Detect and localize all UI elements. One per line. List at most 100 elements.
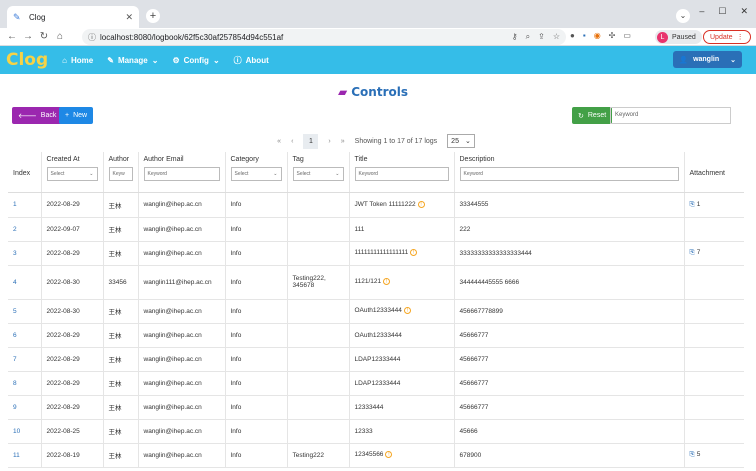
back-button[interactable]: 🡐 Back xyxy=(12,107,63,124)
category-filter-select[interactable]: Select ⌄ xyxy=(230,167,282,181)
bookmark-star-icon[interactable]: ☆ xyxy=(553,32,560,42)
cell-title[interactable]: 111 xyxy=(349,217,455,242)
cell-index[interactable]: 10 xyxy=(8,419,42,444)
header-created[interactable]: Created At Select ⌄ xyxy=(41,152,104,193)
nav-config[interactable]: ⚙ Config ⌄ xyxy=(172,56,219,65)
forward-nav-icon[interactable]: → xyxy=(20,31,36,42)
last-page-icon[interactable]: » xyxy=(341,138,345,145)
tab-search-icon[interactable]: ⌄ xyxy=(676,9,690,23)
cell-title[interactable]: JWT Token 11111222! xyxy=(349,192,455,218)
cell-attachment[interactable]: ⎘ 7 xyxy=(684,241,744,266)
cell-attachment[interactable] xyxy=(684,265,744,300)
cell-title[interactable]: 11111111111111111! xyxy=(349,241,455,266)
reset-button[interactable]: ↻ Reset xyxy=(572,107,613,124)
header-index[interactable]: Index xyxy=(8,152,42,193)
table-row[interactable]: 2 2022-09-07 王林 wanglin@ihep.ac.cn Info 111 22… xyxy=(8,217,744,242)
next-page-icon[interactable]: › xyxy=(328,138,330,145)
reload-icon[interactable]: ↻ xyxy=(36,31,52,42)
cell-attachment[interactable] xyxy=(684,371,744,396)
url-text[interactable]: localhost:8080/logbook/62f5c30af257854d9… xyxy=(100,33,508,42)
cell-index[interactable]: 9 xyxy=(8,395,42,420)
cell-attachment[interactable]: ⎘ 1 xyxy=(684,192,744,218)
cell-title[interactable]: OAuth12333444! xyxy=(349,299,455,324)
maximize-icon[interactable]: ☐ xyxy=(718,6,726,17)
title-filter-input[interactable]: Keyword xyxy=(354,167,449,181)
table-row[interactable]: 11 2022-08-19 王林 wanglin@ihep.ac.cn Info Test… xyxy=(8,443,744,468)
header-attachment[interactable]: Attachment xyxy=(684,152,744,193)
header-tag[interactable]: Tag Select ⌄ xyxy=(287,152,350,193)
cell-index[interactable]: 11 xyxy=(8,443,42,468)
cell-index[interactable]: 5 xyxy=(8,299,42,324)
header-title[interactable]: Title Keyword xyxy=(349,152,455,193)
new-button[interactable]: + New xyxy=(59,107,94,124)
key-icon[interactable]: ⚷ xyxy=(512,32,518,42)
brand-logo[interactable]: Clog xyxy=(6,50,48,70)
table-row[interactable]: 9 2022-08-29 王林 wanglin@ihep.ac.cn Info 12333… xyxy=(8,395,744,420)
description-filter-input[interactable]: Keyword xyxy=(459,167,679,181)
cell-index[interactable]: 3 xyxy=(8,241,42,266)
user-menu-button[interactable]: 👤 wanglin ⌄ xyxy=(673,51,742,68)
prev-page-icon[interactable]: ‹ xyxy=(291,138,293,145)
browser-tab[interactable]: ✎ Clog ✕ xyxy=(7,6,139,28)
cell-title[interactable]: LDAP12333444 xyxy=(349,371,455,396)
header-category[interactable]: Category Select ⌄ xyxy=(225,152,288,193)
per-page-select[interactable]: 25 ⌄ xyxy=(447,134,475,148)
extension-3-icon[interactable]: ◉ xyxy=(594,31,601,40)
nav-manage[interactable]: ✎ Manage ⌄ xyxy=(107,56,158,65)
cell-index[interactable]: 8 xyxy=(8,371,42,396)
search-input[interactable]: Keyword xyxy=(610,107,731,124)
cell-attachment[interactable] xyxy=(684,217,744,242)
created-filter-select[interactable]: Select ⌄ xyxy=(46,167,98,181)
cell-index[interactable]: 1 xyxy=(8,192,42,218)
nav-about[interactable]: ⓘ About xyxy=(234,55,269,66)
table-row[interactable]: 3 2022-08-29 王林 wanglin@ihep.ac.cn Info 11111… xyxy=(8,241,744,266)
close-tab-icon[interactable]: ✕ xyxy=(125,12,133,23)
minimize-icon[interactable]: – xyxy=(699,6,704,17)
cell-attachment[interactable] xyxy=(684,323,744,348)
puzzle-icon[interactable]: ✣ xyxy=(609,31,616,40)
cell-title[interactable]: 12333444 xyxy=(349,395,455,420)
tag-filter-select[interactable]: Select ⌄ xyxy=(292,167,344,181)
cell-index[interactable]: 2 xyxy=(8,217,42,242)
share-icon[interactable]: ⇪ xyxy=(538,32,545,42)
cell-attachment[interactable] xyxy=(684,299,744,324)
nav-home[interactable]: ⌂ Home xyxy=(62,56,93,65)
table-row[interactable]: 1 2022-08-29 王林 wanglin@ihep.ac.cn Info JWT T… xyxy=(8,192,744,218)
new-tab-button[interactable]: + xyxy=(146,9,160,23)
back-nav-icon[interactable]: ← xyxy=(4,31,20,42)
cell-title[interactable]: LDAP12333444 xyxy=(349,347,455,372)
sidebar-icon[interactable]: ▭ xyxy=(623,31,631,40)
info-icon[interactable]: ⓘ xyxy=(88,32,96,43)
home-nav-icon[interactable]: ⌂ xyxy=(52,31,68,42)
cell-attachment[interactable] xyxy=(684,419,744,444)
table-row[interactable]: 4 2022-08-30 33456 wanglin111@ihep.ac.cn Inf… xyxy=(8,265,744,300)
table-row[interactable]: 8 2022-08-29 王林 wanglin@ihep.ac.cn Info LDAP1… xyxy=(8,371,744,396)
table-row[interactable]: 6 2022-08-29 王林 wanglin@ihep.ac.cn Info OAuth… xyxy=(8,323,744,348)
extension-1-icon[interactable]: ● xyxy=(570,31,575,40)
update-button[interactable]: Update ⋮ xyxy=(703,30,751,44)
table-row[interactable]: 10 2022-08-25 王林 wanglin@ihep.ac.cn Info 1233… xyxy=(8,419,744,444)
cell-attachment[interactable]: ⎘ 5 xyxy=(684,443,744,468)
first-page-icon[interactable]: « xyxy=(277,138,281,145)
author-filter-input[interactable]: Keyw xyxy=(108,167,133,181)
table-row[interactable]: 7 2022-08-29 王林 wanglin@ihep.ac.cn Info LDAP1… xyxy=(8,347,744,372)
cell-title[interactable]: OAuth12333444 xyxy=(349,323,455,348)
cell-index[interactable]: 4 xyxy=(8,265,42,300)
page-number-current[interactable]: 1 xyxy=(303,133,319,149)
cell-index[interactable]: 7 xyxy=(8,347,42,372)
extension-2-icon[interactable]: ▪ xyxy=(583,31,586,40)
profile-button[interactable]: L Paused xyxy=(655,30,702,44)
cell-attachment[interactable] xyxy=(684,395,744,420)
cell-index[interactable]: 6 xyxy=(8,323,42,348)
cell-title[interactable]: 12345566! xyxy=(349,443,455,468)
zoom-icon[interactable]: ⌕ xyxy=(526,32,530,42)
header-description[interactable]: Description Keyword xyxy=(454,152,685,193)
cell-title[interactable]: 12333 xyxy=(349,419,455,444)
cell-title[interactable]: 1121/121! xyxy=(349,265,455,300)
close-window-icon[interactable]: ✕ xyxy=(740,6,748,17)
cell-attachment[interactable] xyxy=(684,347,744,372)
table-row[interactable]: 5 2022-08-30 王林 wanglin@ihep.ac.cn Info OAuth… xyxy=(8,299,744,324)
email-filter-input[interactable]: Keyword xyxy=(143,167,220,181)
address-bar[interactable]: ⓘ localhost:8080/logbook/62f5c30af257854… xyxy=(82,29,566,45)
header-email[interactable]: Author Email Keyword xyxy=(138,152,226,193)
